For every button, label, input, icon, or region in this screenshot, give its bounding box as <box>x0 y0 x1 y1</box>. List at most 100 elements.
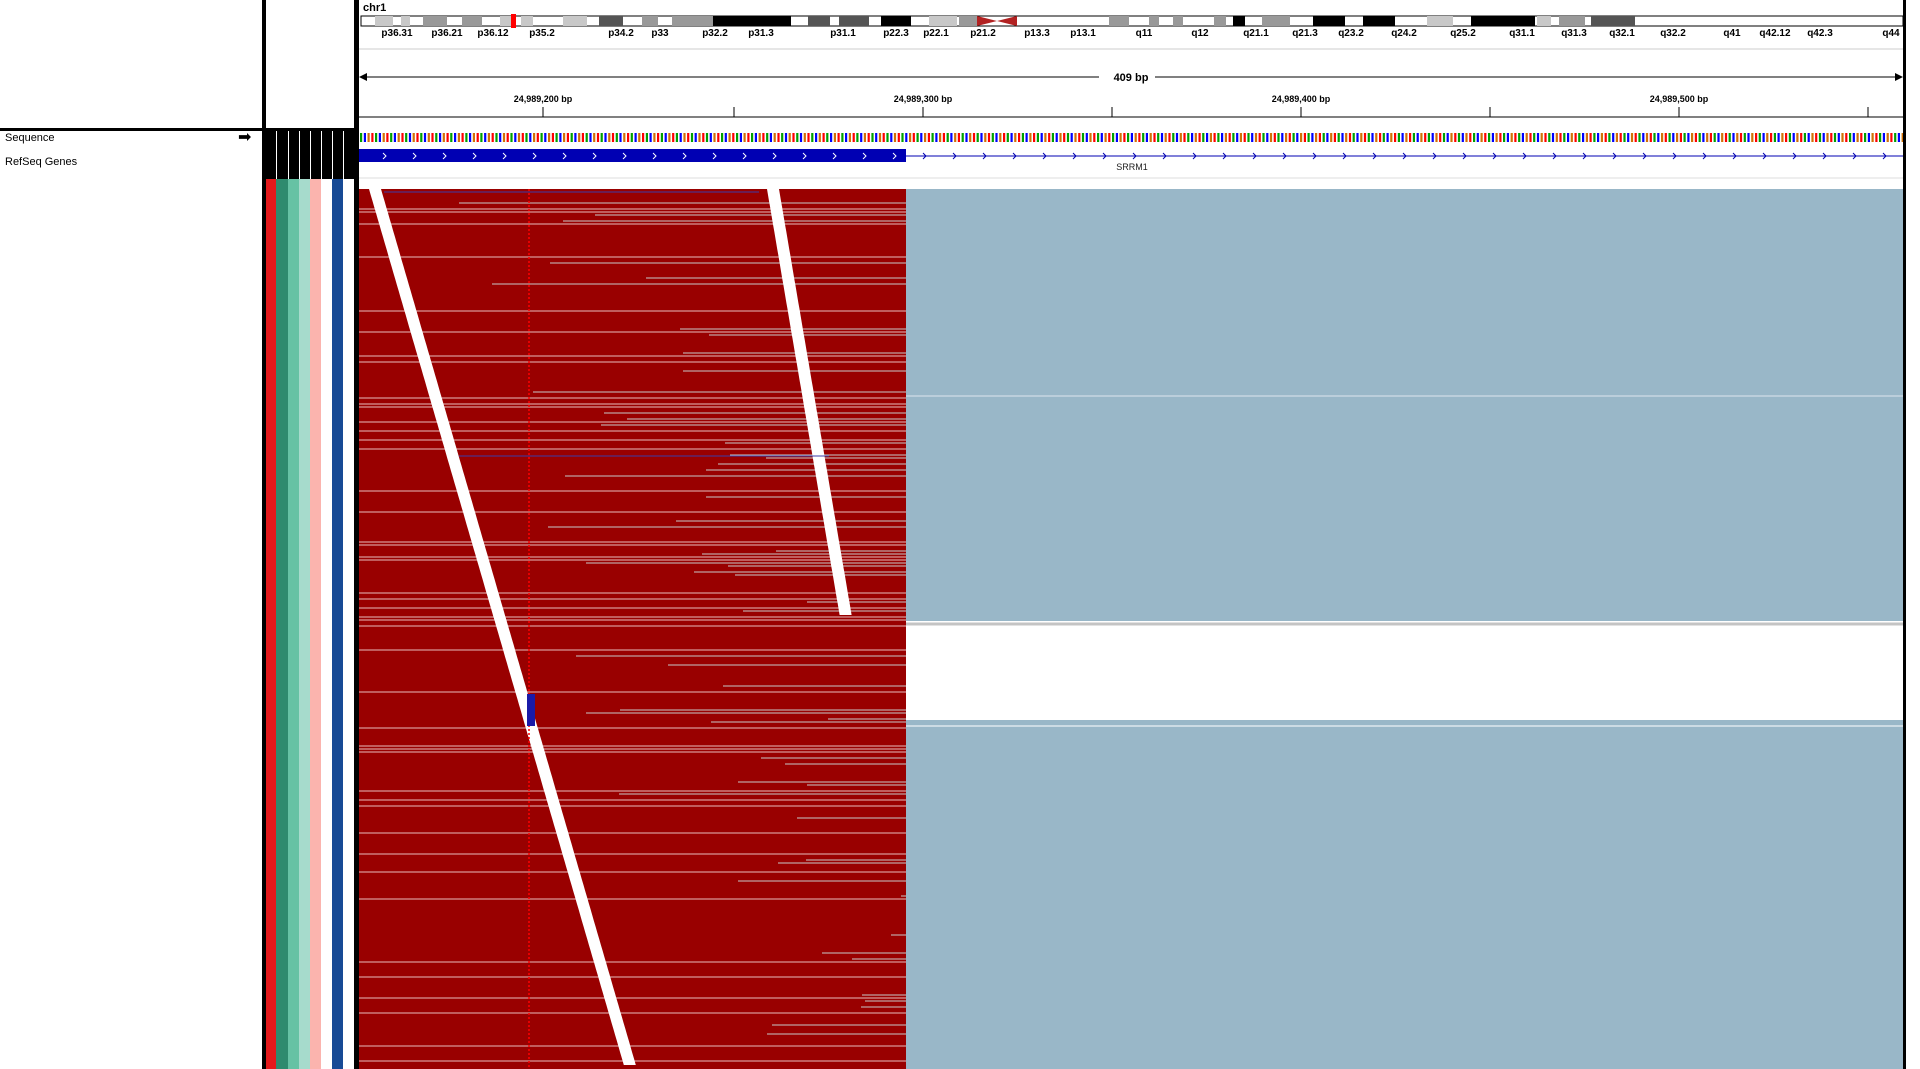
sequence-base <box>878 133 882 142</box>
sequence-base <box>1352 133 1355 142</box>
sequence-base <box>1818 133 1822 142</box>
sequence-base <box>1337 133 1340 142</box>
sequence-base <box>1597 133 1600 142</box>
sequence-base <box>420 133 423 142</box>
attribute-strip-1[interactable] <box>276 179 288 1069</box>
soft-clip-region-upper[interactable] <box>906 189 1906 621</box>
sequence-base <box>935 133 938 142</box>
band-label-11: p21.2 <box>970 28 996 39</box>
sequence-base <box>1074 133 1077 142</box>
sequence-base <box>1642 133 1645 142</box>
band-label-3: p35.2 <box>529 28 555 39</box>
sequence-base <box>969 133 972 142</box>
attribute-strip-3[interactable] <box>299 179 310 1069</box>
sequence-base <box>931 133 934 142</box>
chromosome-ideogram[interactable] <box>360 14 1904 28</box>
sequence-base <box>920 133 923 142</box>
sequence-base <box>687 133 690 142</box>
attribute-color-strips[interactable] <box>266 179 354 1069</box>
sequence-base <box>1521 133 1524 142</box>
gene-exon[interactable] <box>359 149 906 162</box>
sequence-base <box>668 133 671 142</box>
sequence-base <box>375 133 378 142</box>
sequence-base <box>961 133 964 142</box>
gene-name-label[interactable]: SRRM1 <box>1116 162 1148 172</box>
sequence-base <box>1424 133 1427 142</box>
sequence-base <box>1145 133 1148 142</box>
sequence-base <box>540 133 543 142</box>
attribute-strip-2[interactable] <box>288 179 299 1069</box>
sequence-base <box>378 133 381 142</box>
scrollbar-gutter[interactable] <box>1906 0 1920 1069</box>
sequence-base <box>758 133 761 142</box>
sequence-base <box>1379 133 1382 142</box>
sequence-track-label[interactable]: Sequence <box>5 132 55 144</box>
sequence-base <box>1457 133 1461 142</box>
sequence-base <box>1044 133 1047 142</box>
data-panel-svg[interactable]: chr1 p36.31 p36.21 p36.12 p35.2 p34.2 p3… <box>359 0 1906 1069</box>
soft-clip-region-lower[interactable] <box>906 720 1906 1069</box>
sequence-base <box>1322 133 1325 142</box>
sequence-base <box>1555 133 1558 142</box>
chromosome-name[interactable]: chr1 <box>363 2 386 14</box>
strand-arrow-icon[interactable]: ➡ <box>238 130 251 146</box>
band-label-15: q12 <box>1191 28 1209 39</box>
sequence-base <box>1251 133 1254 142</box>
attribute-strip-7[interactable] <box>343 179 354 1069</box>
band-label-21: q31.1 <box>1509 28 1535 39</box>
sequence-base <box>1495 133 1498 142</box>
sequence-base <box>1239 133 1242 142</box>
sequence-base <box>566 133 569 142</box>
attribute-strip-6[interactable] <box>332 179 343 1069</box>
sequence-base <box>1066 133 1070 142</box>
sequence-base <box>912 133 915 142</box>
ruler[interactable]: 409 bp 24,989,200 bp 24,989,300 bp 24,98… <box>359 69 1906 118</box>
sequence-base <box>766 133 769 142</box>
data-panel[interactable]: chr1 p36.31 p36.21 p36.12 p35.2 p34.2 p3… <box>359 0 1906 1069</box>
sequence-base <box>578 133 581 142</box>
sequence-base <box>724 133 727 142</box>
band-label-18: q23.2 <box>1338 28 1364 39</box>
sequence-base <box>593 133 596 142</box>
sequence-base <box>1578 133 1581 142</box>
sequence-base <box>1694 133 1697 142</box>
sequence-base <box>1254 133 1258 142</box>
sequence-base <box>1100 133 1103 142</box>
sequence-base <box>1638 133 1641 142</box>
sequence-base <box>1653 133 1656 142</box>
sequence-base <box>1416 133 1419 142</box>
refseq-gene-track[interactable]: SRRM1 <box>359 149 1906 172</box>
attribute-strip-4[interactable] <box>310 179 321 1069</box>
sequence-base <box>1134 133 1137 142</box>
attribute-header-blocks[interactable] <box>266 131 354 179</box>
sequence-base <box>999 133 1002 142</box>
attribute-strip-0[interactable] <box>266 179 276 1069</box>
sequence-base <box>469 133 472 142</box>
sequence-base <box>1593 133 1596 142</box>
sequence-base <box>472 133 475 142</box>
sequence-base <box>536 133 539 142</box>
band-label-5: p33 <box>651 28 669 39</box>
sequence-track[interactable] <box>360 133 1904 142</box>
sequence-base <box>1480 133 1483 142</box>
sequence-base <box>1777 133 1780 142</box>
sequence-base <box>630 133 633 142</box>
sequence-base <box>939 133 942 142</box>
sequence-base <box>439 133 442 142</box>
sequence-base <box>1172 133 1175 142</box>
sequence-base <box>1454 133 1457 142</box>
sequence-base <box>1097 133 1100 142</box>
sequence-base <box>1269 133 1273 142</box>
sequence-base <box>807 133 810 142</box>
alignment-track[interactable] <box>359 189 1906 1069</box>
sequence-base <box>815 133 818 142</box>
sequence-base <box>882 133 885 142</box>
sequence-base <box>1770 133 1773 142</box>
sequence-base <box>521 133 524 142</box>
refseq-genes-track-label[interactable]: RefSeq Genes <box>5 156 77 168</box>
attribute-strip-5[interactable] <box>321 179 332 1069</box>
alignment-name-panel[interactable] <box>0 179 262 1069</box>
aligned-reads-block[interactable] <box>359 189 906 1069</box>
insertion-marker[interactable] <box>527 694 535 726</box>
sequence-base <box>1036 133 1039 142</box>
